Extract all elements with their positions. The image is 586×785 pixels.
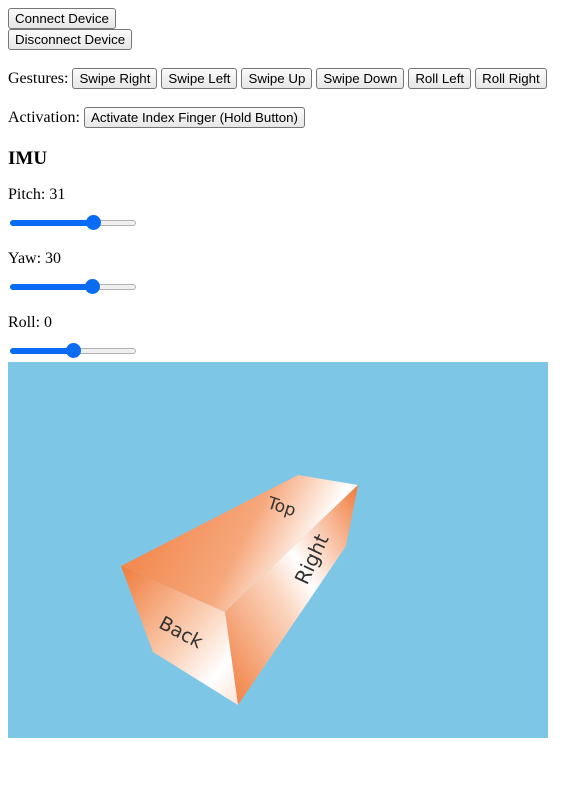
activation-row: Activation: Activate Index Finger (Hold … [8,107,586,128]
pitch-slider-fill [10,220,93,226]
gestures-row: Gestures: Swipe Right Swipe Left Swipe U… [8,68,586,89]
gesture-swipe-up-button[interactable]: Swipe Up [241,68,313,89]
pitch-slider-thumb[interactable] [85,215,101,230]
gesture-swipe-left-button[interactable]: Swipe Left [161,68,238,89]
device-controls: Connect Device Disconnect Device [8,8,586,50]
pitch-readout: Pitch: 31 [8,186,66,203]
yaw-slider[interactable] [8,278,138,294]
gesture-swipe-right-button[interactable]: Swipe Right [72,68,158,89]
imu-3d-viewport: Top Right Back [8,362,548,738]
roll-slider-thumb[interactable] [66,343,81,358]
gesture-roll-right-button[interactable]: Roll Right [475,68,547,89]
disconnect-device-button[interactable]: Disconnect Device [8,29,133,50]
gestures-label: Gestures: [8,69,69,87]
gesture-swipe-down-button[interactable]: Swipe Down [316,68,405,89]
yaw-slider-fill [10,284,93,290]
yaw-slider-thumb[interactable] [85,279,101,294]
gesture-roll-left-button[interactable]: Roll Left [408,68,472,89]
pitch-slider[interactable] [8,214,138,230]
activate-index-finger-button[interactable]: Activate Index Finger (Hold Button) [83,107,305,128]
activation-label: Activation: [8,108,80,126]
imu-heading: IMU [8,148,48,169]
roll-slider[interactable] [8,342,138,358]
yaw-readout: Yaw: 30 [8,250,62,267]
roll-readout: Roll: 0 [8,314,53,331]
connect-device-button[interactable]: Connect Device [8,8,116,29]
roll-slider-fill [10,348,73,354]
